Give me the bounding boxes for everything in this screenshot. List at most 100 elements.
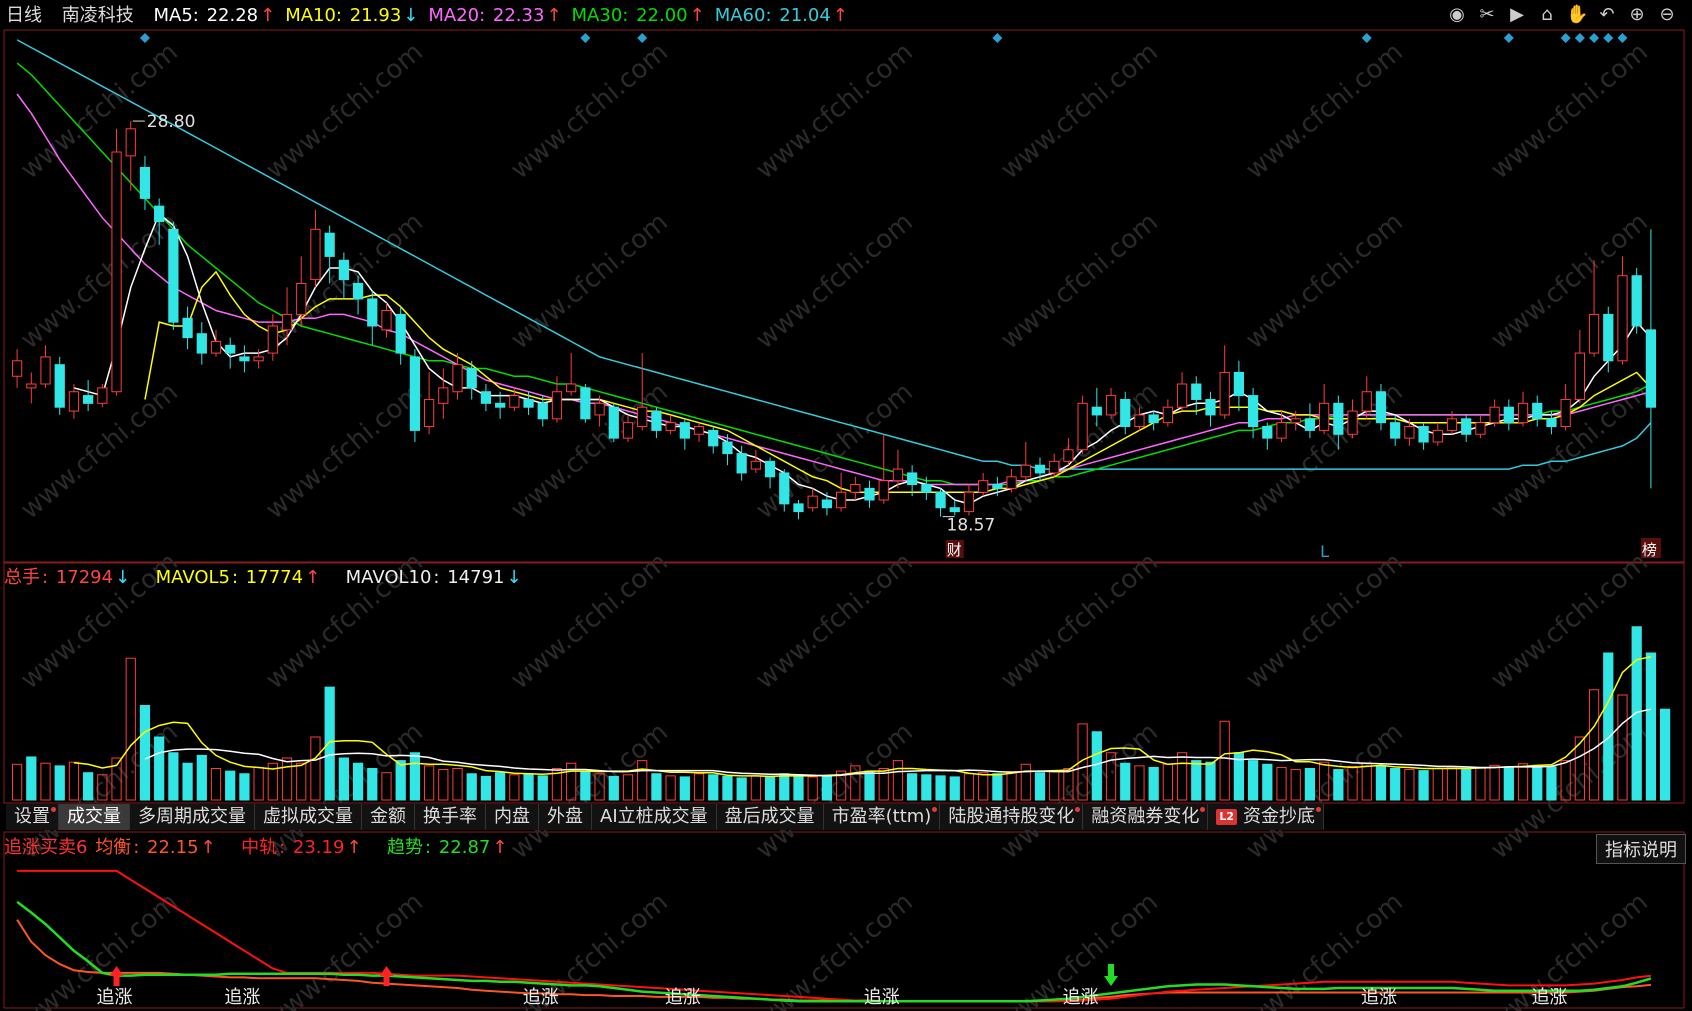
candle-body — [1219, 371, 1230, 416]
volume-bar — [352, 762, 364, 801]
volume-bar — [892, 760, 904, 801]
volume-bar — [495, 772, 506, 801]
tab-6[interactable]: 内盘 — [486, 804, 539, 830]
ma-item-ma30: MA30: 22.00 ↑ — [571, 5, 705, 26]
tab-1[interactable]: 成交量 — [59, 804, 130, 830]
volume-bar — [1475, 767, 1486, 801]
candle-body — [1532, 402, 1543, 420]
tab-11[interactable]: 陆股通持股变化 — [940, 804, 1084, 830]
watermark-text: www.cfchi.com — [750, 207, 919, 355]
period-label[interactable]: 日线 — [6, 5, 42, 26]
mavol5-dir: ↑ — [305, 567, 321, 588]
candle-body — [1489, 406, 1500, 424]
candle-body — [1503, 406, 1514, 424]
candle-body — [594, 402, 605, 416]
candle-body — [1276, 422, 1287, 439]
tab-4[interactable]: 金额 — [362, 804, 415, 830]
candle-body — [864, 487, 875, 501]
indicator-explain-button[interactable]: 指标说明 — [1596, 834, 1686, 864]
balance-value: 22.15 — [147, 837, 199, 858]
candle-body — [963, 491, 975, 513]
tab-7[interactable]: 外盘 — [539, 804, 592, 830]
volume-bar — [949, 776, 960, 801]
volume-bar — [1205, 761, 1216, 801]
volume-bar — [480, 775, 492, 801]
undo-icon[interactable]: ↶ — [1596, 4, 1618, 26]
lock-icon[interactable]: ⌂ — [1536, 4, 1558, 26]
watermark-text: www.cfchi.com — [1485, 37, 1654, 185]
candle-body — [452, 364, 463, 393]
tab-8[interactable]: AI立桩成交量 — [592, 804, 717, 830]
candle-body — [1304, 418, 1316, 431]
tab-label: 陆股通持股变化 — [948, 806, 1075, 827]
tab-12[interactable]: 融资融券变化 — [1083, 804, 1209, 830]
candle-body — [622, 422, 634, 439]
volume-bar — [736, 777, 747, 801]
tab-dot — [1075, 807, 1081, 812]
candle-body — [779, 472, 790, 505]
watermark-text: www.cfchi.com — [1240, 547, 1409, 695]
indicator-tabs: 设置 成交量 多周期成交量 虚拟成交量 金额 换手率 内盘 外盘 AI立桩成交量 盘后成交量 市盈率… — [6, 804, 1324, 832]
candle-body — [324, 232, 335, 257]
eye-icon[interactable]: ◉ — [1446, 4, 1468, 26]
volume-bar — [40, 762, 51, 801]
event-diamond-marker — [992, 33, 1003, 43]
volume-bar — [409, 752, 421, 801]
hand-icon[interactable]: ✋ — [1566, 4, 1588, 26]
candle-body — [1205, 398, 1216, 416]
signal-label: 追涨 — [97, 987, 133, 1008]
volume-bar — [921, 774, 932, 801]
volume-bar — [26, 756, 37, 801]
volume-bar — [1446, 766, 1458, 801]
event-diamond-marker — [637, 33, 648, 43]
balance-dir: ↑ — [200, 837, 216, 858]
candle-body — [296, 282, 307, 315]
volume-bar — [537, 775, 548, 801]
volume-bar — [466, 773, 477, 801]
indicator-name[interactable]: 追涨买卖6 — [4, 837, 87, 858]
candle-body — [466, 368, 477, 389]
candle-body — [665, 422, 676, 431]
candle-body — [1375, 391, 1387, 424]
candle-body — [566, 383, 577, 393]
ma-item-ma60: MA60: 21.04 ↑ — [714, 5, 848, 26]
volume-bar — [1461, 769, 1472, 801]
fin-badge: 财 — [947, 541, 962, 559]
candle-body — [1006, 476, 1017, 489]
ma-header: 日线 南凌科技 MA5: 22.28 ↑ MA10: 21.93 ↓ MA20: 22.… — [6, 4, 860, 28]
candle-body — [523, 398, 534, 408]
ma-item-ma5: MA5: 22.28 ↑ — [153, 5, 276, 26]
event-diamond-marker — [1361, 33, 1372, 43]
volume-bar — [296, 762, 307, 801]
tab-13[interactable]: L2 资金抄底 — [1208, 804, 1324, 830]
volume-bar — [750, 775, 761, 801]
candle-body — [253, 356, 264, 362]
candle-body — [509, 395, 520, 408]
volume-bar — [1120, 762, 1131, 801]
watermark-text: www.cfchi.com — [260, 37, 429, 185]
candle-body — [1319, 402, 1330, 431]
tab-2[interactable]: 多周期成交量 — [130, 804, 255, 830]
zoom-out-icon[interactable]: ⊖ — [1656, 4, 1678, 26]
candle-body — [835, 491, 847, 509]
volume-bar — [196, 754, 207, 801]
candle-body — [1148, 414, 1159, 424]
volume-bar — [1148, 766, 1159, 801]
candle-body — [1034, 464, 1046, 474]
play-icon[interactable]: ▶ — [1506, 4, 1528, 26]
volume-bar — [963, 773, 975, 801]
candle-body — [381, 310, 392, 331]
watermark-text: www.cfchi.com — [995, 547, 1164, 695]
tab-9[interactable]: 盘后成交量 — [716, 804, 824, 830]
candle-body — [310, 228, 321, 281]
volume-bar — [1503, 766, 1514, 801]
tab-0[interactable]: 设置 — [6, 804, 59, 830]
zoom-in-icon[interactable]: ⊕ — [1626, 4, 1648, 26]
scissors-icon[interactable]: ✂ — [1476, 4, 1498, 26]
watermark-text: www.cfchi.com — [995, 717, 1164, 865]
candle-body — [821, 499, 833, 509]
candle-body — [580, 387, 591, 420]
tab-3[interactable]: 虚拟成交量 — [255, 804, 362, 830]
tab-10[interactable]: 市盈率(ttm) — [823, 804, 941, 830]
tab-5[interactable]: 换手率 — [415, 804, 486, 830]
